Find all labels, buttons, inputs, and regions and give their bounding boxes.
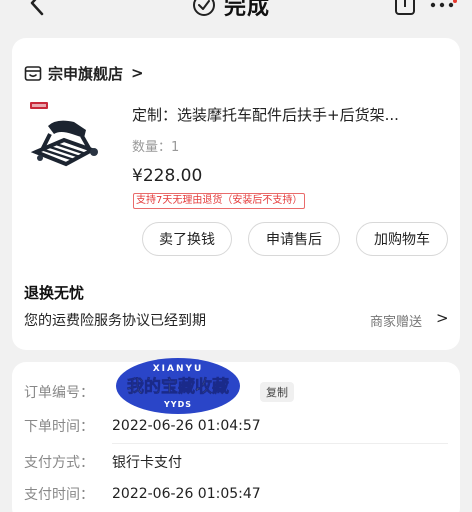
copy-button[interactable]: 复制 [260, 382, 294, 402]
share-icon[interactable] [394, 0, 416, 16]
payment-time-value: 2022-06-26 01:05:47 [112, 486, 261, 502]
order-created-row: 下单时间： 2022-06-26 01:04:57 [24, 414, 261, 438]
check-circle-icon [193, 0, 215, 16]
nav-title-group: 完成 [192, 0, 270, 20]
product-title[interactable]: 定制：选装摩托车配件后扶手+后货架... [132, 104, 442, 125]
created-time-label: 下单时间： [24, 419, 94, 435]
sell-button[interactable]: 卖了换钱 [142, 222, 232, 256]
shop-link[interactable]: 宗申旗舰店 > [24, 62, 144, 84]
shop-name: 宗申旗舰店 [48, 64, 124, 83]
sticker-top-text: XIANYU [153, 364, 204, 374]
order-info-card: 订单编号： 复制 XIANYU 我的宝藏收藏 YYDS 下单时间： 2022-0… [12, 358, 460, 512]
chevron-right-icon[interactable]: > [436, 309, 449, 327]
created-time-value: 2022-06-26 01:04:57 [112, 418, 261, 434]
sticker-main-text: 我的宝藏收藏 [127, 376, 229, 397]
divider [112, 443, 448, 444]
payment-method-row: 支付方式： 银行卡支付 [24, 450, 182, 474]
add-to-cart-button[interactable]: 加购物车 [356, 222, 448, 256]
payment-time-row: 支付时间： 2022-06-26 01:05:47 [24, 482, 261, 506]
chevron-right-icon: > [131, 64, 144, 82]
shop-icon [24, 66, 42, 81]
gift-label[interactable]: 商家赠送 [370, 311, 422, 330]
chevron-left-icon[interactable] [28, 0, 48, 16]
guarantee-description: 您的运费险服务协议已经到期 [24, 313, 206, 329]
product-thumbnail[interactable] [26, 100, 116, 190]
product-price: ¥228.00 [132, 166, 203, 186]
payment-time-label: 支付时间： [24, 487, 94, 503]
product-card: 宗申旗舰店 > 定制：选装摩托车配件后扶手+后货架... 数量：1 ¥228.0… [12, 38, 460, 350]
aftersale-button[interactable]: 申请售后 [248, 222, 340, 256]
order-number-label: 订单编号： [24, 385, 94, 401]
more-dots-icon[interactable] [428, 0, 458, 10]
payment-method-label: 支付方式： [24, 455, 94, 471]
return-policy-badge: 支持7天无理由退货（安装后不支持） [133, 193, 306, 209]
guarantee-title: 退换无忧 [24, 284, 85, 302]
page-title: 完成 [224, 0, 271, 20]
sticker-bottom-text: YYDS [163, 400, 192, 409]
sticker-overlay: XIANYU 我的宝藏收藏 YYDS [116, 358, 240, 414]
product-quantity: 数量：1 [132, 140, 180, 155]
payment-method-value: 银行卡支付 [112, 455, 182, 471]
top-nav-bar: 完成 [0, 0, 472, 26]
